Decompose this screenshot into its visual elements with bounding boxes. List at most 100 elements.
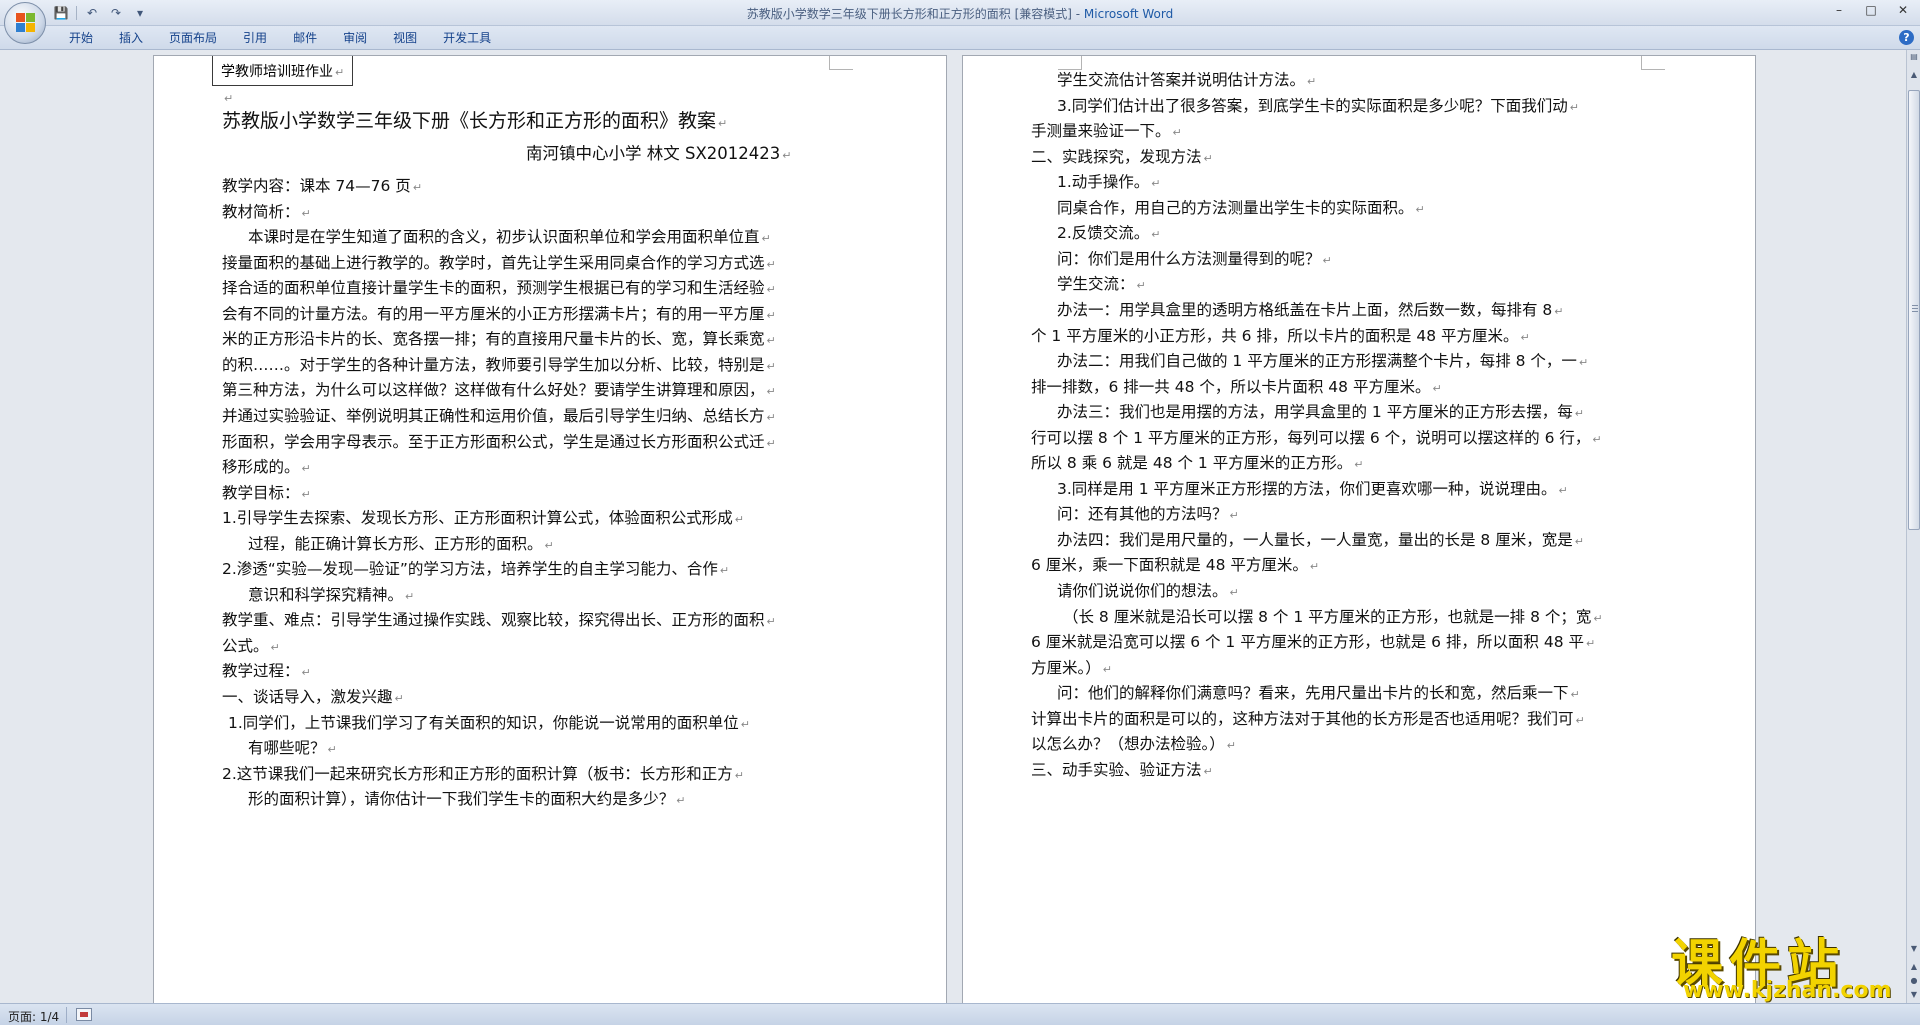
ribbon: 开始 插入 页面布局 引用 邮件 审阅 视图 开发工具 ?: [0, 26, 1920, 50]
page-body: ↵ 苏教版小学数学三年级下册《长方形和正方形的面积》教案 ↵ 南河镇中心小学 林文…: [154, 56, 948, 1003]
line-text: 形面积，学会用字母表示。至于正方形面积公式，学生是通过长方形面积公式迁: [222, 433, 765, 451]
line-text: 计算出卡片的面积是可以的，这种方法对于其他的长方形是否也适用呢？我们可: [1031, 710, 1574, 728]
tab-view[interactable]: 视图: [380, 30, 430, 46]
line-text: 移形成的。: [222, 458, 300, 476]
doc-author: 南河镇中心小学 林文 SX2012423 ↵: [526, 144, 792, 163]
tab-review[interactable]: 审阅: [330, 30, 380, 46]
line-text: 有哪些呢？: [248, 739, 326, 757]
text-line: 6 厘米，乘一下面积就是 48 平方厘米。 ↵: [1031, 556, 1320, 574]
line-text: 问：还有其他的方法吗？: [1057, 505, 1228, 523]
text-line: 排一排数，6 排一共 48 个，所以卡片面积 48 平方厘米。 ↵: [1031, 378, 1442, 396]
line-text: 二、实践探究，发现方法: [1031, 148, 1202, 166]
line-text: 教学目标：: [222, 484, 300, 502]
text-line: 形面积，学会用字母表示。至于正方形面积公式，学生是通过长方形面积公式迁 ↵: [222, 433, 776, 451]
app-name: Microsoft Word: [1083, 7, 1174, 21]
line-text: 一、谈话导入，激发兴趣: [222, 688, 393, 706]
line-text: 行可以摆 8 个 1 平方厘米的正方形，每列可以摆 6 个，说明可以摆这样的 6…: [1031, 429, 1591, 447]
line-text: 请你们说说你们的想法。: [1057, 582, 1228, 600]
line-text: 教学过程：: [222, 662, 300, 680]
tab-insert[interactable]: 插入: [106, 30, 156, 46]
scroll-up-icon[interactable]: ▲: [1908, 68, 1920, 82]
tab-developer[interactable]: 开发工具: [430, 30, 504, 46]
ribbon-tabs: 开始 插入 页面布局 引用 邮件 审阅 视图 开发工具: [56, 30, 504, 46]
help-icon[interactable]: ?: [1899, 30, 1914, 45]
line-text: 方厘米。）: [1031, 659, 1101, 677]
line-text: 学生交流估计答案并说明估计方法。: [1057, 71, 1306, 89]
status-bar: 页面: 1/4: [0, 1003, 1920, 1025]
title-bar: 💾 ↶ ↷ ▾ 苏教版小学数学三年级下册长方形和正方形的面积 [兼容模式] - …: [0, 0, 1920, 26]
text-line: 办法一：用学具盒里的透明方格纸盖在卡片上面，然后数一数，每排有 8 ↵: [1057, 301, 1564, 319]
document-page-1[interactable]: 学教师培训班作业 ↵ ↵ 苏教版小学数学三年级下册《长方形和正方形的面积》教案 ↵ …: [153, 55, 947, 1003]
watermark-logo: 课件站 www.kjzhan.com: [1665, 922, 1910, 1003]
line-text: 意识和科学探究精神。: [248, 586, 404, 604]
line-text: 6 厘米就是沿宽可以摆 6 个 1 平方厘米的正方形，也就是 6 排，所以面积 …: [1031, 633, 1585, 651]
document-page-2[interactable]: 学生交流估计答案并说明估计方法。 ↵ 3.同学们估计出了很多答案，到底学生卡的实际面…: [962, 55, 1756, 1003]
line-text: 以怎么办？（想办法检验。）: [1031, 735, 1225, 753]
tab-page-layout[interactable]: 页面布局: [156, 30, 230, 46]
line-text: 个 1 平方厘米的小正方形，共 6 排，所以卡片的面积是 48 平方厘米。: [1031, 327, 1519, 345]
page-indicator[interactable]: 页面: 1/4: [8, 1008, 59, 1025]
page-body: 学生交流估计答案并说明估计方法。 ↵ 3.同学们估计出了很多答案，到底学生卡的实际面…: [963, 56, 1757, 1003]
text-line: 计算出卡片的面积是可以的，这种方法对于其他的长方形是否也适用呢？我们可 ↵: [1031, 710, 1585, 728]
text-line: 学生交流： ↵: [1057, 275, 1146, 293]
text-line: 会有不同的计量方法。有的用一平方厘米的小正方形摆满卡片；有的用一平方厘 ↵: [222, 305, 776, 323]
text-line: 一、谈话导入，激发兴趣 ↵: [222, 688, 404, 706]
scroll-thumb[interactable]: [1908, 90, 1920, 530]
line-text: 并通过实验验证、举例说明其正确性和运用价值，最后引导学生归纳、总结长方: [222, 407, 765, 425]
text-line: （长 8 厘米就是沿长可以摆 8 个 1 平方厘米的正方形，也就是一排 8 个；…: [1063, 608, 1603, 626]
line-text: 6 厘米，乘一下面积就是 48 平方厘米。: [1031, 556, 1308, 574]
text-line: 有哪些呢？ ↵: [248, 739, 337, 757]
proofing-icon[interactable]: [76, 1008, 92, 1021]
line-text: 第三种方法，为什么可以这样做？这样做有什么好处？要请学生讲算理和原因，: [222, 381, 765, 399]
office-logo-icon: [16, 13, 36, 33]
text-line: 2.这节课我们一起来研究长方形和正方形的面积计算（板书：长方形和正方 ↵: [222, 765, 745, 783]
line-text: 米的正方形沿卡片的长、宽各摆一排；有的直接用尺量卡片的长、宽，算长乘宽: [222, 330, 765, 348]
tab-references[interactable]: 引用: [230, 30, 280, 46]
text-line: 办法四：我们是用尺量的，一人量长，一人量宽，量出的长是 8 厘米，宽是 ↵: [1057, 531, 1584, 549]
document-title: 苏教版小学数学三年级下册长方形和正方形的面积 [兼容模式] -: [746, 7, 1084, 21]
ruler-toggle-icon[interactable]: ▤: [1908, 50, 1920, 64]
text-line: 形的面积计算），请你估计一下我们学生卡的面积大约是多少？ ↵: [248, 790, 686, 808]
window-title: 苏教版小学数学三年级下册长方形和正方形的面积 [兼容模式] - Microsof…: [0, 5, 1920, 22]
text-line: 问：还有其他的方法吗？ ↵: [1057, 505, 1239, 523]
vertical-scrollbar[interactable]: ▤ ▲ ▼ ▲ ● ▼: [1906, 50, 1920, 1003]
line-text: 3.同样是用 1 平方厘米正方形摆的方法，你们更喜欢哪一种，说说理由。: [1057, 480, 1557, 498]
line-text: 教学内容：课本 74—76 页: [222, 177, 411, 195]
text-line: 1.引导学生去探索、发现长方形、正方形面积计算公式，体验面积公式形成 ↵: [222, 509, 745, 527]
text-line: 接量面积的基础上进行教学的。教学时，首先让学生采用同桌合作的学习方式选 ↵: [222, 254, 776, 272]
line-text: 排一排数，6 排一共 48 个，所以卡片面积 48 平方厘米。: [1031, 378, 1431, 396]
office-button[interactable]: [4, 2, 46, 44]
text-line: 手测量来验证一下。 ↵: [1031, 122, 1182, 140]
line-text: 教学重、难点：引导学生通过操作实践、观察比较，探究得出长、正方形的面积: [222, 611, 765, 629]
line-text: 同桌合作，用自己的方法测量出学生卡的实际面积。: [1057, 199, 1414, 217]
text-line: 2.反馈交流。 ↵: [1057, 224, 1161, 242]
line-text: 问：他们的解释你们满意吗？看来，先用尺量出卡片的长和宽，然后乘一下: [1057, 684, 1569, 702]
text-line: 过程，能正确计算长方形、正方形的面积。 ↵: [248, 535, 554, 553]
text-line: 1.同学们，上节课我们学习了有关面积的知识，你能说一说常用的面积单位 ↵: [228, 714, 751, 732]
tab-home[interactable]: 开始: [56, 30, 106, 46]
text-line: 教学内容：课本 74—76 页 ↵: [222, 177, 423, 195]
line-text: 手测量来验证一下。: [1031, 122, 1171, 140]
line-text: 2.反馈交流。: [1057, 224, 1150, 242]
text-line: 问：他们的解释你们满意吗？看来，先用尺量出卡片的长和宽，然后乘一下 ↵: [1057, 684, 1580, 702]
text-line: 1.动手操作。 ↵: [1057, 173, 1161, 191]
maximize-icon[interactable]: □: [1860, 3, 1882, 17]
text-line: 三、动手实验、验证方法 ↵: [1031, 761, 1213, 779]
tab-mailings[interactable]: 邮件: [280, 30, 330, 46]
document-workspace[interactable]: 学教师培训班作业 ↵ ↵ 苏教版小学数学三年级下册《长方形和正方形的面积》教案 ↵ …: [0, 50, 1906, 1003]
doc-title: 苏教版小学数学三年级下册《长方形和正方形的面积》教案 ↵: [222, 110, 728, 132]
line-text: 形的面积计算），请你估计一下我们学生卡的面积大约是多少？: [248, 790, 675, 808]
text-line: 意识和科学探究精神。 ↵: [248, 586, 415, 604]
close-icon[interactable]: ✕: [1892, 3, 1914, 17]
text-line: 教材简析： ↵: [222, 203, 311, 221]
text-line: 教学过程： ↵: [222, 662, 311, 680]
line-text: 1.引导学生去探索、发现长方形、正方形面积计算公式，体验面积公式形成: [222, 509, 733, 527]
line-text: （长 8 厘米就是沿长可以摆 8 个 1 平方厘米的正方形，也就是一排 8 个；…: [1063, 608, 1592, 626]
text-line: 公式。 ↵: [222, 637, 280, 655]
line-text: 学生交流：: [1057, 275, 1135, 293]
line-text: 办法二：用我们自己做的 1 平方厘米的正方形摆满整个卡片，每排 8 个，一: [1057, 352, 1577, 370]
text-line: 问：你们是用什么方法测量得到的呢？ ↵: [1057, 250, 1332, 268]
text-line: 所以 8 乘 6 就是 48 个 1 平方厘米的正方形。 ↵: [1031, 454, 1364, 472]
text-line: 3.同学们估计出了很多答案，到底学生卡的实际面积是多少呢？下面我们动 ↵: [1057, 97, 1580, 115]
minimize-icon[interactable]: –: [1828, 3, 1850, 17]
